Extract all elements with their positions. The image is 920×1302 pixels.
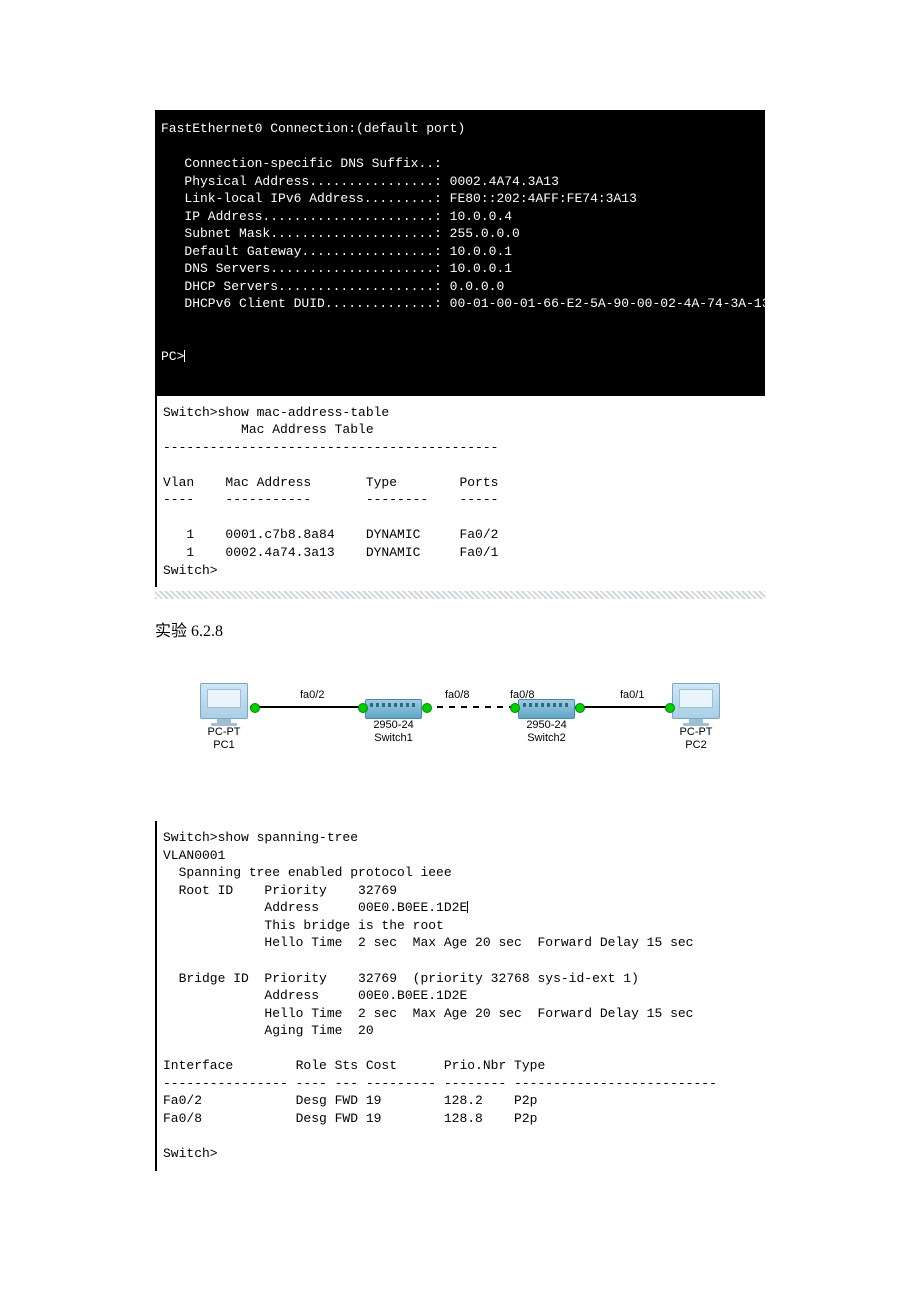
- port-led-icon: [250, 703, 260, 713]
- device-label: Switch1: [365, 732, 422, 745]
- cursor-icon: [184, 350, 185, 362]
- wire-dashed: [425, 706, 520, 708]
- stp-row: Fa0/2 Desg FWD 19 128.2 P2p: [163, 1093, 537, 1108]
- mac-row: 1 0001.c7b8.8a84 DYNAMIC Fa0/2: [163, 527, 498, 542]
- port-label: fa0/1: [620, 689, 644, 701]
- device-label: PC2: [672, 739, 720, 752]
- port-led-icon: [422, 703, 432, 713]
- switch-icon: [518, 699, 575, 719]
- mac-row: 1 0002.4a74.3a13 DYNAMIC Fa0/1: [163, 545, 498, 560]
- mac-cmd: Switch>show mac-address-table: [163, 405, 389, 420]
- port-label: fa0/2: [300, 689, 324, 701]
- stp-cmd: Switch>show spanning-tree: [163, 830, 358, 845]
- switch-icon: [365, 699, 422, 719]
- device-pc2: PC-PT PC2: [672, 683, 720, 752]
- terminal-line: Default Gateway.................: 10.0.0…: [161, 244, 512, 259]
- cursor-icon: [467, 901, 468, 913]
- stp-header-sep: ---------------- ---- --- --------- ----…: [163, 1076, 717, 1091]
- mac-header-sep: ---- ----------- -------- -----: [163, 492, 498, 507]
- stp-row: Fa0/8 Desg FWD 19 128.8 P2p: [163, 1111, 537, 1126]
- terminal-line: DHCP Servers....................: 0.0.0.…: [161, 279, 504, 294]
- mac-header: Vlan Mac Address Type Ports: [163, 475, 498, 490]
- stp-header: Interface Role Sts Cost Prio.Nbr Type: [163, 1058, 545, 1073]
- terminal-mac-table: Switch>show mac-address-table Mac Addres…: [155, 396, 765, 587]
- stp-line: Bridge ID Priority 32769 (priority 32768…: [163, 971, 639, 986]
- stp-line: Address 00E0.B0EE.1D2E: [163, 988, 467, 1003]
- device-label: PC1: [200, 739, 248, 752]
- terminal-ipconfig: FastEthernet0 Connection:(default port) …: [155, 110, 765, 396]
- device-switch1: 2950-24 Switch1: [365, 699, 422, 745]
- port-led-icon: [575, 703, 585, 713]
- terminal-line: DHCPv6 Client DUID..............: 00-01-…: [161, 296, 770, 311]
- terminal-line: Connection-specific DNS Suffix..:: [161, 156, 442, 171]
- stp-line: Aging Time 20: [163, 1023, 374, 1038]
- mac-title: Mac Address Table: [163, 422, 374, 437]
- mac-sep: ----------------------------------------…: [163, 440, 498, 455]
- terminal-line: DNS Servers.....................: 10.0.0…: [161, 261, 512, 276]
- device-label: PC-PT: [672, 726, 720, 739]
- section-title: 实验 6.2.8: [155, 617, 765, 641]
- terminal-line: IP Address......................: 10.0.0…: [161, 209, 512, 224]
- device-label: PC-PT: [200, 726, 248, 739]
- pc-monitor-icon: [672, 683, 720, 719]
- stp-line: Address 00E0.B0EE.1D2E: [163, 900, 467, 915]
- wire-solid: [250, 706, 370, 708]
- stp-line: Hello Time 2 sec Max Age 20 sec Forward …: [163, 1006, 694, 1021]
- terminal-line: Subnet Mask.....................: 255.0.…: [161, 226, 520, 241]
- port-label: fa0/8: [445, 689, 469, 701]
- network-diagram: fa0/2 fa0/8 fa0/8 fa0/1 PC-PT PC1 2950-2…: [200, 671, 720, 781]
- stp-line: Spanning tree enabled protocol ieee: [163, 865, 452, 880]
- stp-line: Hello Time 2 sec Max Age 20 sec Forward …: [163, 935, 694, 950]
- device-switch2: 2950-24 Switch2: [518, 699, 575, 745]
- mac-prompt: Switch>: [163, 563, 218, 578]
- document-page: FastEthernet0 Connection:(default port) …: [0, 0, 920, 1255]
- hatching-divider: [155, 591, 765, 599]
- stp-line: This bridge is the root: [163, 918, 444, 933]
- device-pc1: PC-PT PC1: [200, 683, 248, 752]
- device-label: 2950-24: [365, 719, 422, 732]
- pc-monitor-icon: [200, 683, 248, 719]
- stp-line: Root ID Priority 32769: [163, 883, 397, 898]
- terminal-title: FastEthernet0 Connection:(default port): [161, 121, 465, 136]
- stp-prompt: Switch>: [163, 1146, 218, 1161]
- stp-vlan: VLAN0001: [163, 848, 225, 863]
- terminal-prompt: PC>: [161, 349, 184, 364]
- device-label: 2950-24: [518, 719, 575, 732]
- terminal-line: Physical Address................: 0002.4…: [161, 174, 559, 189]
- terminal-line: Link-local IPv6 Address.........: FE80::…: [161, 191, 637, 206]
- device-label: Switch2: [518, 732, 575, 745]
- terminal-spanning-tree: Switch>show spanning-tree VLAN0001 Spann…: [155, 821, 765, 1170]
